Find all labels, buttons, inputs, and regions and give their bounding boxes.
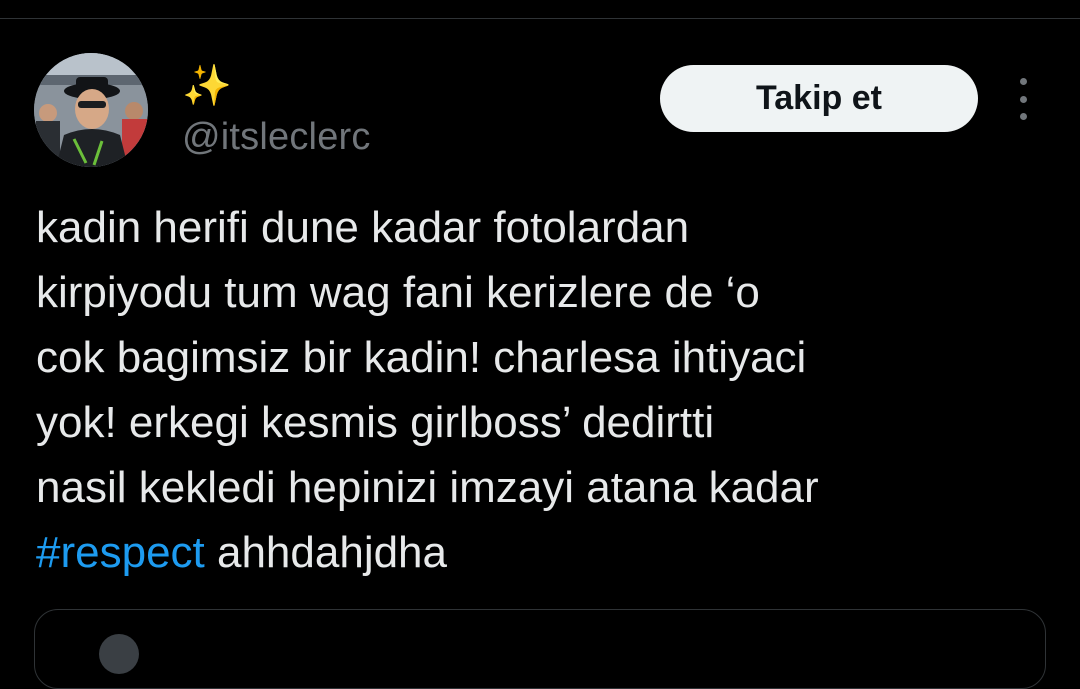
tweet-text-line: kadin herifi dune kadar fotolardan [36,203,690,252]
sparkles-icon: ✨ [182,63,232,109]
avatar-photo [34,53,148,167]
tweet-text-line: cok bagimsiz bir kadin! charlesa ihtiyac… [36,333,807,382]
quoted-tweet-card[interactable] [34,609,1046,689]
follow-button[interactable]: Takip et [660,65,978,132]
tweet-text-line-last: #respect ahhdahjdha [36,520,1046,585]
more-vertical-icon-dot [1019,113,1027,120]
tweet-text-line: kirpiyodu tum wag fani kerizlere de ‘o [36,268,760,317]
tweet-text: kadin herifi dune kadar fotolardan kirpi… [36,195,1046,585]
tweet-text-line: nasil kekledi hepinizi imzayi atana kada… [36,463,819,512]
author-handle[interactable]: @itsleclerc [182,114,371,160]
quoted-author-avatar [99,634,139,674]
more-vertical-icon-dot [1019,95,1027,103]
tweet-text-line: yok! erkegi kesmis girlboss’ dedirtti [36,398,715,447]
tweet-header: ✨ @itsleclerc Takip et [0,0,1080,180]
author-display-name[interactable]: ✨ [182,62,232,110]
author-avatar[interactable] [34,53,148,167]
hashtag-link[interactable]: #respect [36,528,205,577]
more-vertical-icon [1019,78,1027,85]
tweet-text-tail: ahhdahjdha [204,528,448,577]
more-options-button[interactable] [1005,78,1041,120]
